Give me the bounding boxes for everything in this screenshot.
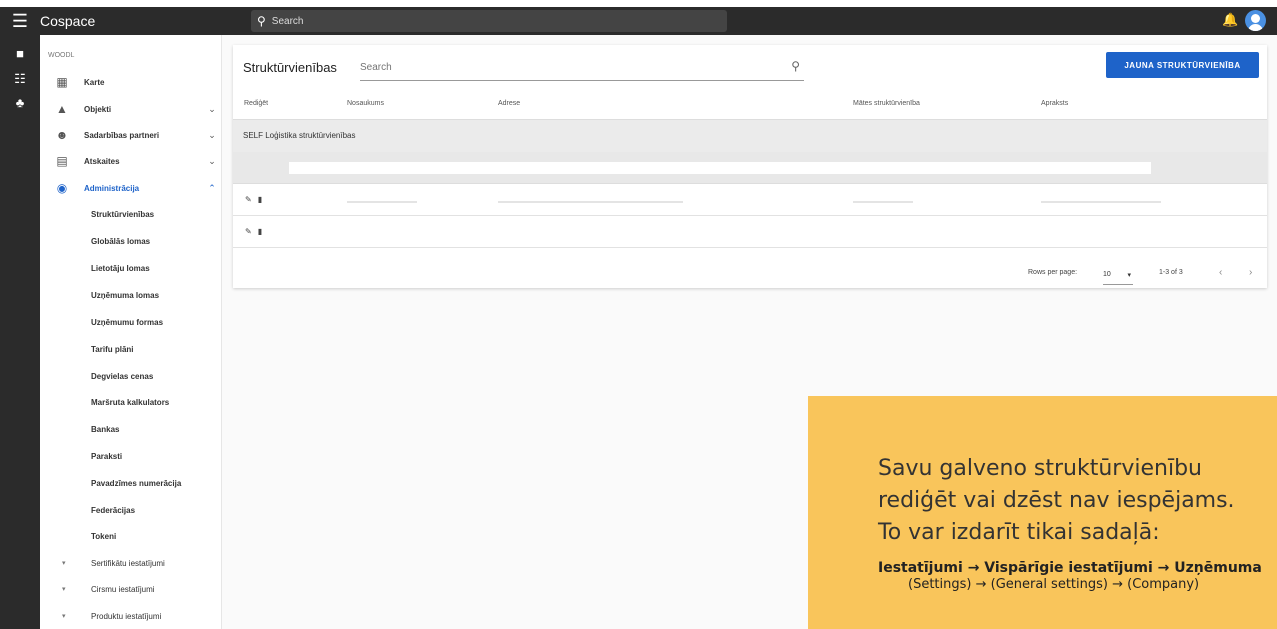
column-header-edit[interactable]: Rediģēt — [244, 100, 268, 107]
tree-icon[interactable]: ♣ — [12, 95, 28, 111]
top-bar: ☰ Cospace ⚲ Search 🔔 — [0, 7, 1277, 35]
table-search: ⚲ — [360, 55, 804, 81]
note-line-1: Savu galveno struktūrvienību — [878, 456, 1202, 481]
sidebar-item-label: Objekti — [84, 104, 112, 114]
sidebar-sub-tarifu-plani[interactable]: Tarifu plāni — [91, 345, 134, 354]
sidebar-item-label: Karte — [84, 77, 105, 87]
sidebar-sub-tokeni[interactable]: Tokeni — [91, 532, 116, 541]
avatar[interactable] — [1245, 10, 1266, 31]
sidebar-item-administracija[interactable]: ◉ Administrācija ⌃ — [40, 175, 222, 201]
chevron-down-icon: ⌄ — [208, 103, 216, 114]
chevron-down-icon: ⌄ — [208, 129, 216, 140]
sidebar-item-karte[interactable]: ▦ Karte — [40, 69, 222, 95]
sidebar-sub-federacijas[interactable]: Federācijas — [91, 506, 135, 515]
strukturvienibas-card: Struktūrvienības ⚲ JAUNA STRUKTŪRVIENĪBA… — [233, 45, 1267, 288]
map-icon: ▦ — [56, 75, 68, 89]
chevron-down-icon: ▾ — [62, 586, 66, 593]
redacted-bar — [289, 162, 1151, 174]
avatar-head — [1251, 14, 1260, 23]
column-header-parent[interactable]: Mātes struktūrvienība — [853, 100, 920, 107]
info-note: Savu galveno struktūrvienību rediģēt vai… — [808, 396, 1277, 629]
edit-icon[interactable]: ✎ — [245, 195, 252, 204]
sidebar-item-atskaites[interactable]: ▤ Atskaites ⌄ — [40, 148, 222, 174]
chevron-down-icon: ⌄ — [208, 155, 216, 166]
chevron-down-icon: ▾ — [62, 560, 66, 567]
redacted-cell — [347, 201, 417, 203]
delete-icon[interactable]: ▮ — [258, 227, 262, 236]
redacted-cell — [1041, 201, 1161, 203]
forest-icon: ▲ — [56, 102, 68, 116]
column-header-address[interactable]: Adrese — [498, 100, 520, 107]
table-row: ✎ ▮ — [233, 184, 1267, 216]
global-search-placeholder: Search — [271, 15, 304, 27]
chevron-left-icon[interactable]: ‹ — [1219, 267, 1222, 278]
report-icon: ▤ — [56, 154, 68, 168]
sidebar-sub-degvielas-cenas[interactable]: Degvielas cenas — [91, 372, 153, 381]
chevron-down-icon: ▾ — [62, 613, 66, 620]
bell-icon[interactable]: 🔔 — [1222, 12, 1238, 28]
search-input[interactable] — [360, 55, 780, 79]
sidebar-sub-pavadzimes-numeracija[interactable]: Pavadzīmes numerācija — [91, 479, 181, 488]
sidebar-item-label: Sadarbības partneri — [84, 130, 160, 140]
edit-icon[interactable]: ✎ — [245, 227, 252, 236]
app-rail: ■ ☷ ♣ — [0, 35, 40, 629]
org-name: WOODL — [48, 52, 75, 59]
sidebar-sub-uznemuma-lomas[interactable]: Uzņēmuma lomas — [91, 291, 159, 300]
sidebar-item-label: Atskaites — [84, 156, 120, 166]
group-label: SELF Loģistika struktūrvienības — [243, 131, 356, 140]
sidebar-sub-uznemumu-formas[interactable]: Uzņēmumu formas — [91, 318, 163, 327]
people-icon: ☻ — [55, 128, 69, 142]
rows-per-page-select[interactable]: 10 ▾ — [1103, 271, 1133, 285]
sidebar-sub-marsruta-kalkulators[interactable]: Maršruta kalkulators — [91, 398, 169, 407]
menu-icon[interactable]: ☰ — [0, 7, 40, 35]
group-row: SELF Loģistika struktūrvienības — [233, 119, 1267, 152]
page-range: 1-3 of 3 — [1159, 269, 1183, 276]
frame-top — [0, 0, 1277, 7]
column-header-description[interactable]: Apraksts — [1041, 100, 1068, 107]
sidebar-sub-produktu[interactable]: Produktu iestatījumi — [91, 612, 161, 621]
sidebar-item-partneri[interactable]: ☻ Sadarbības partneri ⌄ — [40, 122, 222, 148]
hierarchy-icon[interactable]: ☷ — [12, 71, 28, 87]
redacted-cell — [498, 201, 683, 203]
sidebar-item-objekti[interactable]: ▲ Objekti ⌄ — [40, 96, 222, 122]
caret-down-icon: ▾ — [1127, 272, 1131, 279]
account-icon: ◉ — [56, 181, 68, 195]
table-row: ✎ ▮ — [233, 216, 1267, 248]
sidebar-sub-sertifikatu[interactable]: Sertifikātu iestatījumi — [91, 559, 165, 568]
sidebar-sub-paraksti[interactable]: Paraksti — [91, 452, 122, 461]
sidebar-sub-bankas[interactable]: Bankas — [91, 425, 119, 434]
sidebar-sub-globalas-lomas[interactable]: Globālās lomas — [91, 237, 150, 246]
delete-icon[interactable]: ▮ — [258, 195, 262, 204]
global-search[interactable]: ⚲ Search — [251, 10, 727, 32]
rows-per-page-value: 10 — [1103, 271, 1111, 278]
sidebar-item-label: Administrācija — [84, 183, 140, 193]
table-row — [233, 152, 1267, 184]
search-icon: ⚲ — [257, 14, 266, 28]
folder-icon[interactable]: ■ — [12, 46, 28, 62]
app-title: Cospace — [40, 13, 96, 29]
column-header-name[interactable]: Nosaukums — [347, 100, 384, 107]
note-path: Iestatījumi → Vispārīgie iestatījumi → U… — [878, 560, 1262, 576]
avatar-body — [1248, 24, 1263, 31]
note-line-3: To var izdarīt tikai sadaļā: — [878, 520, 1160, 545]
search-icon[interactable]: ⚲ — [791, 59, 800, 73]
chevron-right-icon[interactable]: › — [1249, 267, 1252, 278]
new-unit-button[interactable]: JAUNA STRUKTŪRVIENĪBA — [1106, 52, 1259, 78]
sidebar-sub-cirsmu[interactable]: Cirsmu iestatījumi — [91, 585, 155, 594]
sidebar: WOODL ▦ Karte ▲ Objekti ⌄ ☻ Sadarbības p… — [40, 35, 222, 629]
rows-per-page-label: Rows per page: — [1028, 269, 1078, 276]
page-title: Struktūrvienības — [243, 60, 337, 75]
sidebar-sub-strukturvienibas[interactable]: Struktūrvienības — [91, 210, 154, 219]
sidebar-sub-lietotaju-lomas[interactable]: Lietotāju lomas — [91, 264, 150, 273]
chevron-up-icon: ⌃ — [208, 182, 216, 193]
note-path-en: (Settings) → (General settings) → (Compa… — [908, 577, 1200, 592]
note-line-2: rediģēt vai dzēst nav iespējams. — [878, 488, 1235, 513]
redacted-cell — [853, 201, 913, 203]
